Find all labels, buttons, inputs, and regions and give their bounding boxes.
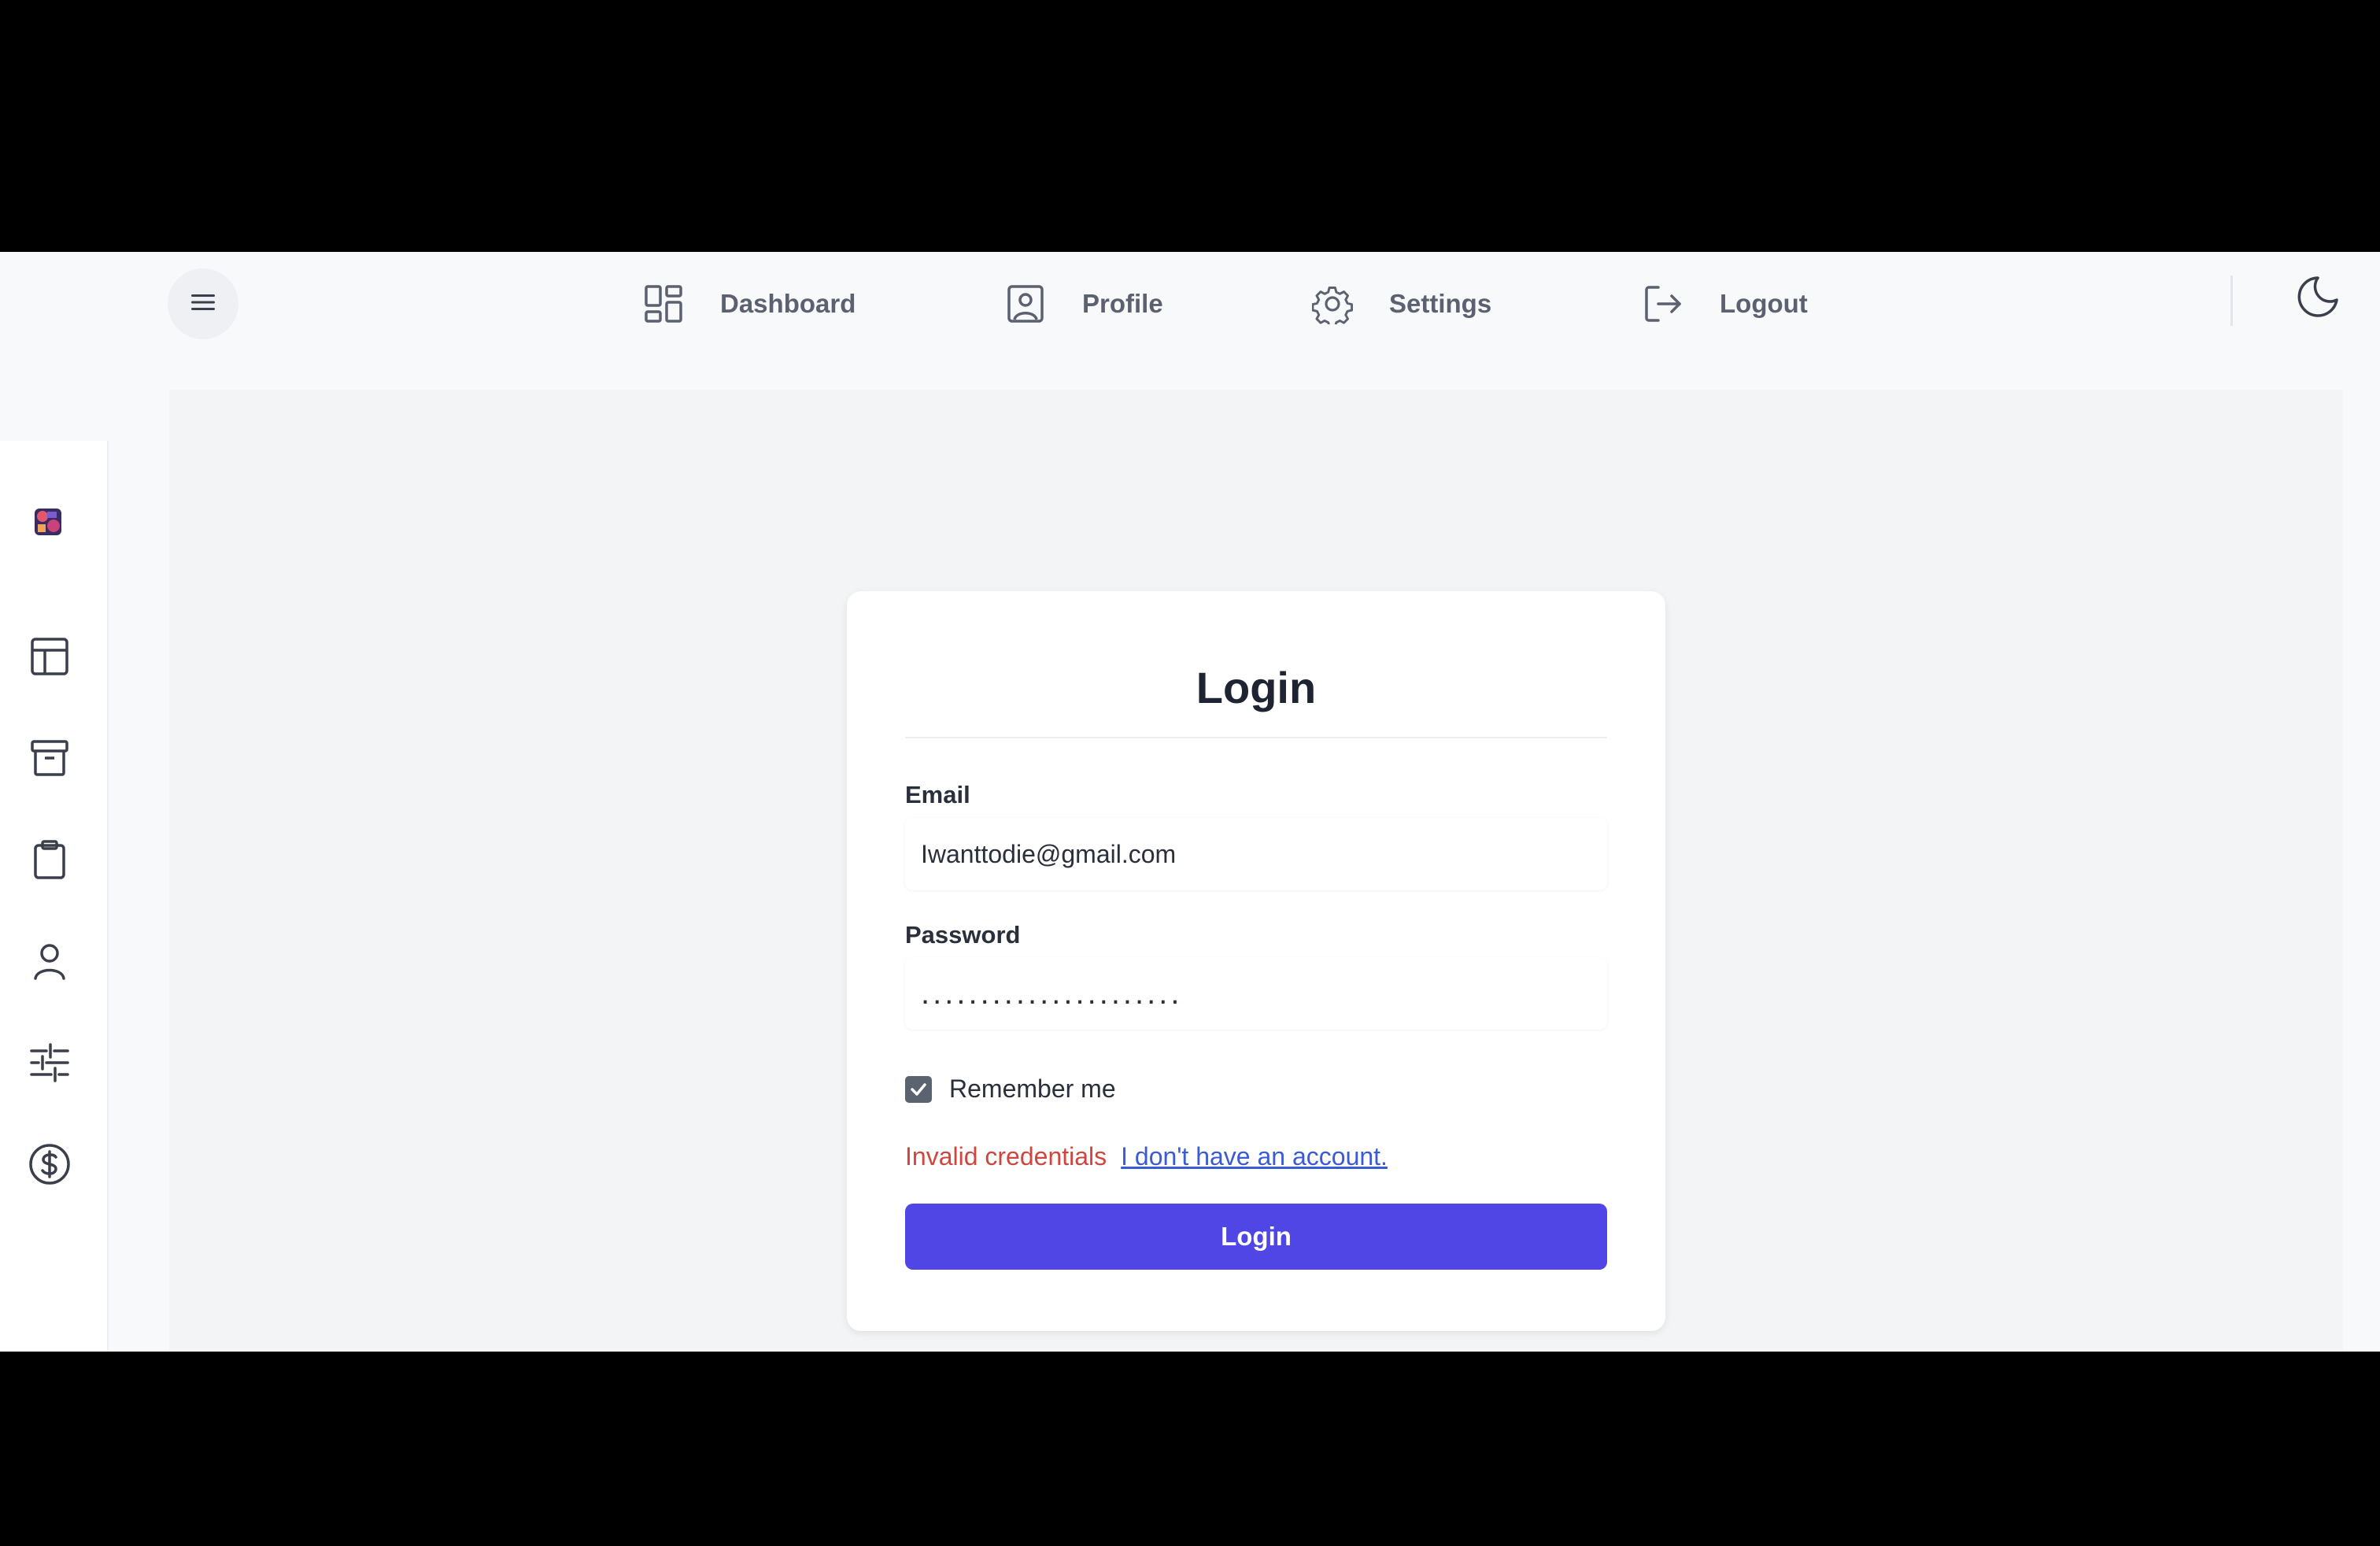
profile-card-icon (1003, 282, 1048, 326)
sidebar-item-archive[interactable] (26, 736, 73, 783)
nav-item-profile[interactable]: Profile (1003, 279, 1163, 328)
menu-toggle-button[interactable] (168, 268, 238, 339)
nav-label-profile: Profile (1082, 289, 1163, 318)
nav-item-settings[interactable]: Settings (1310, 279, 1491, 328)
user-icon (30, 941, 69, 985)
hamburger-menu-icon (191, 293, 215, 316)
layout-icon (30, 637, 69, 680)
remember-me-row: Remember me (905, 1074, 1116, 1104)
nav-divider (2230, 276, 2233, 326)
remember-me-label: Remember me (949, 1074, 1116, 1103)
sidebar-item-clipboard[interactable] (26, 838, 73, 885)
logout-icon (1641, 282, 1685, 326)
app-window: Dashboard Profile Settings Logout Login … (0, 252, 2380, 1352)
error-message: Invalid credentials (905, 1142, 1107, 1171)
login-card: Login Email Password Remember me Invalid… (847, 591, 1665, 1331)
moon-icon (2294, 275, 2340, 324)
sidebar-item-user[interactable] (26, 939, 73, 986)
sidebar-item-layout[interactable] (26, 634, 73, 682)
app-logo-icon[interactable] (35, 509, 61, 535)
signup-link[interactable]: I don't have an account. (1121, 1142, 1388, 1171)
gear-icon (1310, 282, 1354, 326)
dollar-circle-icon (28, 1143, 71, 1189)
sidebar-item-billing[interactable] (26, 1142, 73, 1189)
theme-toggle-button[interactable] (2292, 274, 2342, 324)
dashboard-grid-icon (641, 282, 686, 326)
password-field[interactable] (905, 957, 1607, 1030)
nav-label-logout: Logout (1720, 289, 1808, 318)
password-label: Password (905, 921, 1021, 949)
email-field[interactable] (905, 818, 1607, 890)
letterbox-top (0, 0, 2380, 252)
remember-me-checkbox[interactable] (905, 1075, 932, 1103)
sidebar-item-sliders[interactable] (26, 1041, 73, 1088)
clipboard-icon (30, 839, 69, 883)
title-divider (905, 737, 1607, 738)
sliders-icon (29, 1042, 70, 1087)
login-title: Login (1196, 663, 1317, 712)
main-content: Login Email Password Remember me Invalid… (169, 390, 2343, 1352)
nav-item-logout[interactable]: Logout (1641, 279, 1808, 328)
letterbox-bottom (0, 1352, 2380, 1546)
email-label: Email (905, 781, 970, 808)
nav-label-settings: Settings (1389, 289, 1492, 318)
login-button[interactable]: Login (905, 1204, 1607, 1270)
sidebar (0, 441, 109, 1352)
archive-icon (30, 738, 69, 782)
nav-item-dashboard[interactable]: Dashboard (641, 279, 856, 328)
message-row: Invalid credentials I don't have an acco… (905, 1142, 1388, 1171)
nav-label-dashboard: Dashboard (720, 289, 856, 318)
